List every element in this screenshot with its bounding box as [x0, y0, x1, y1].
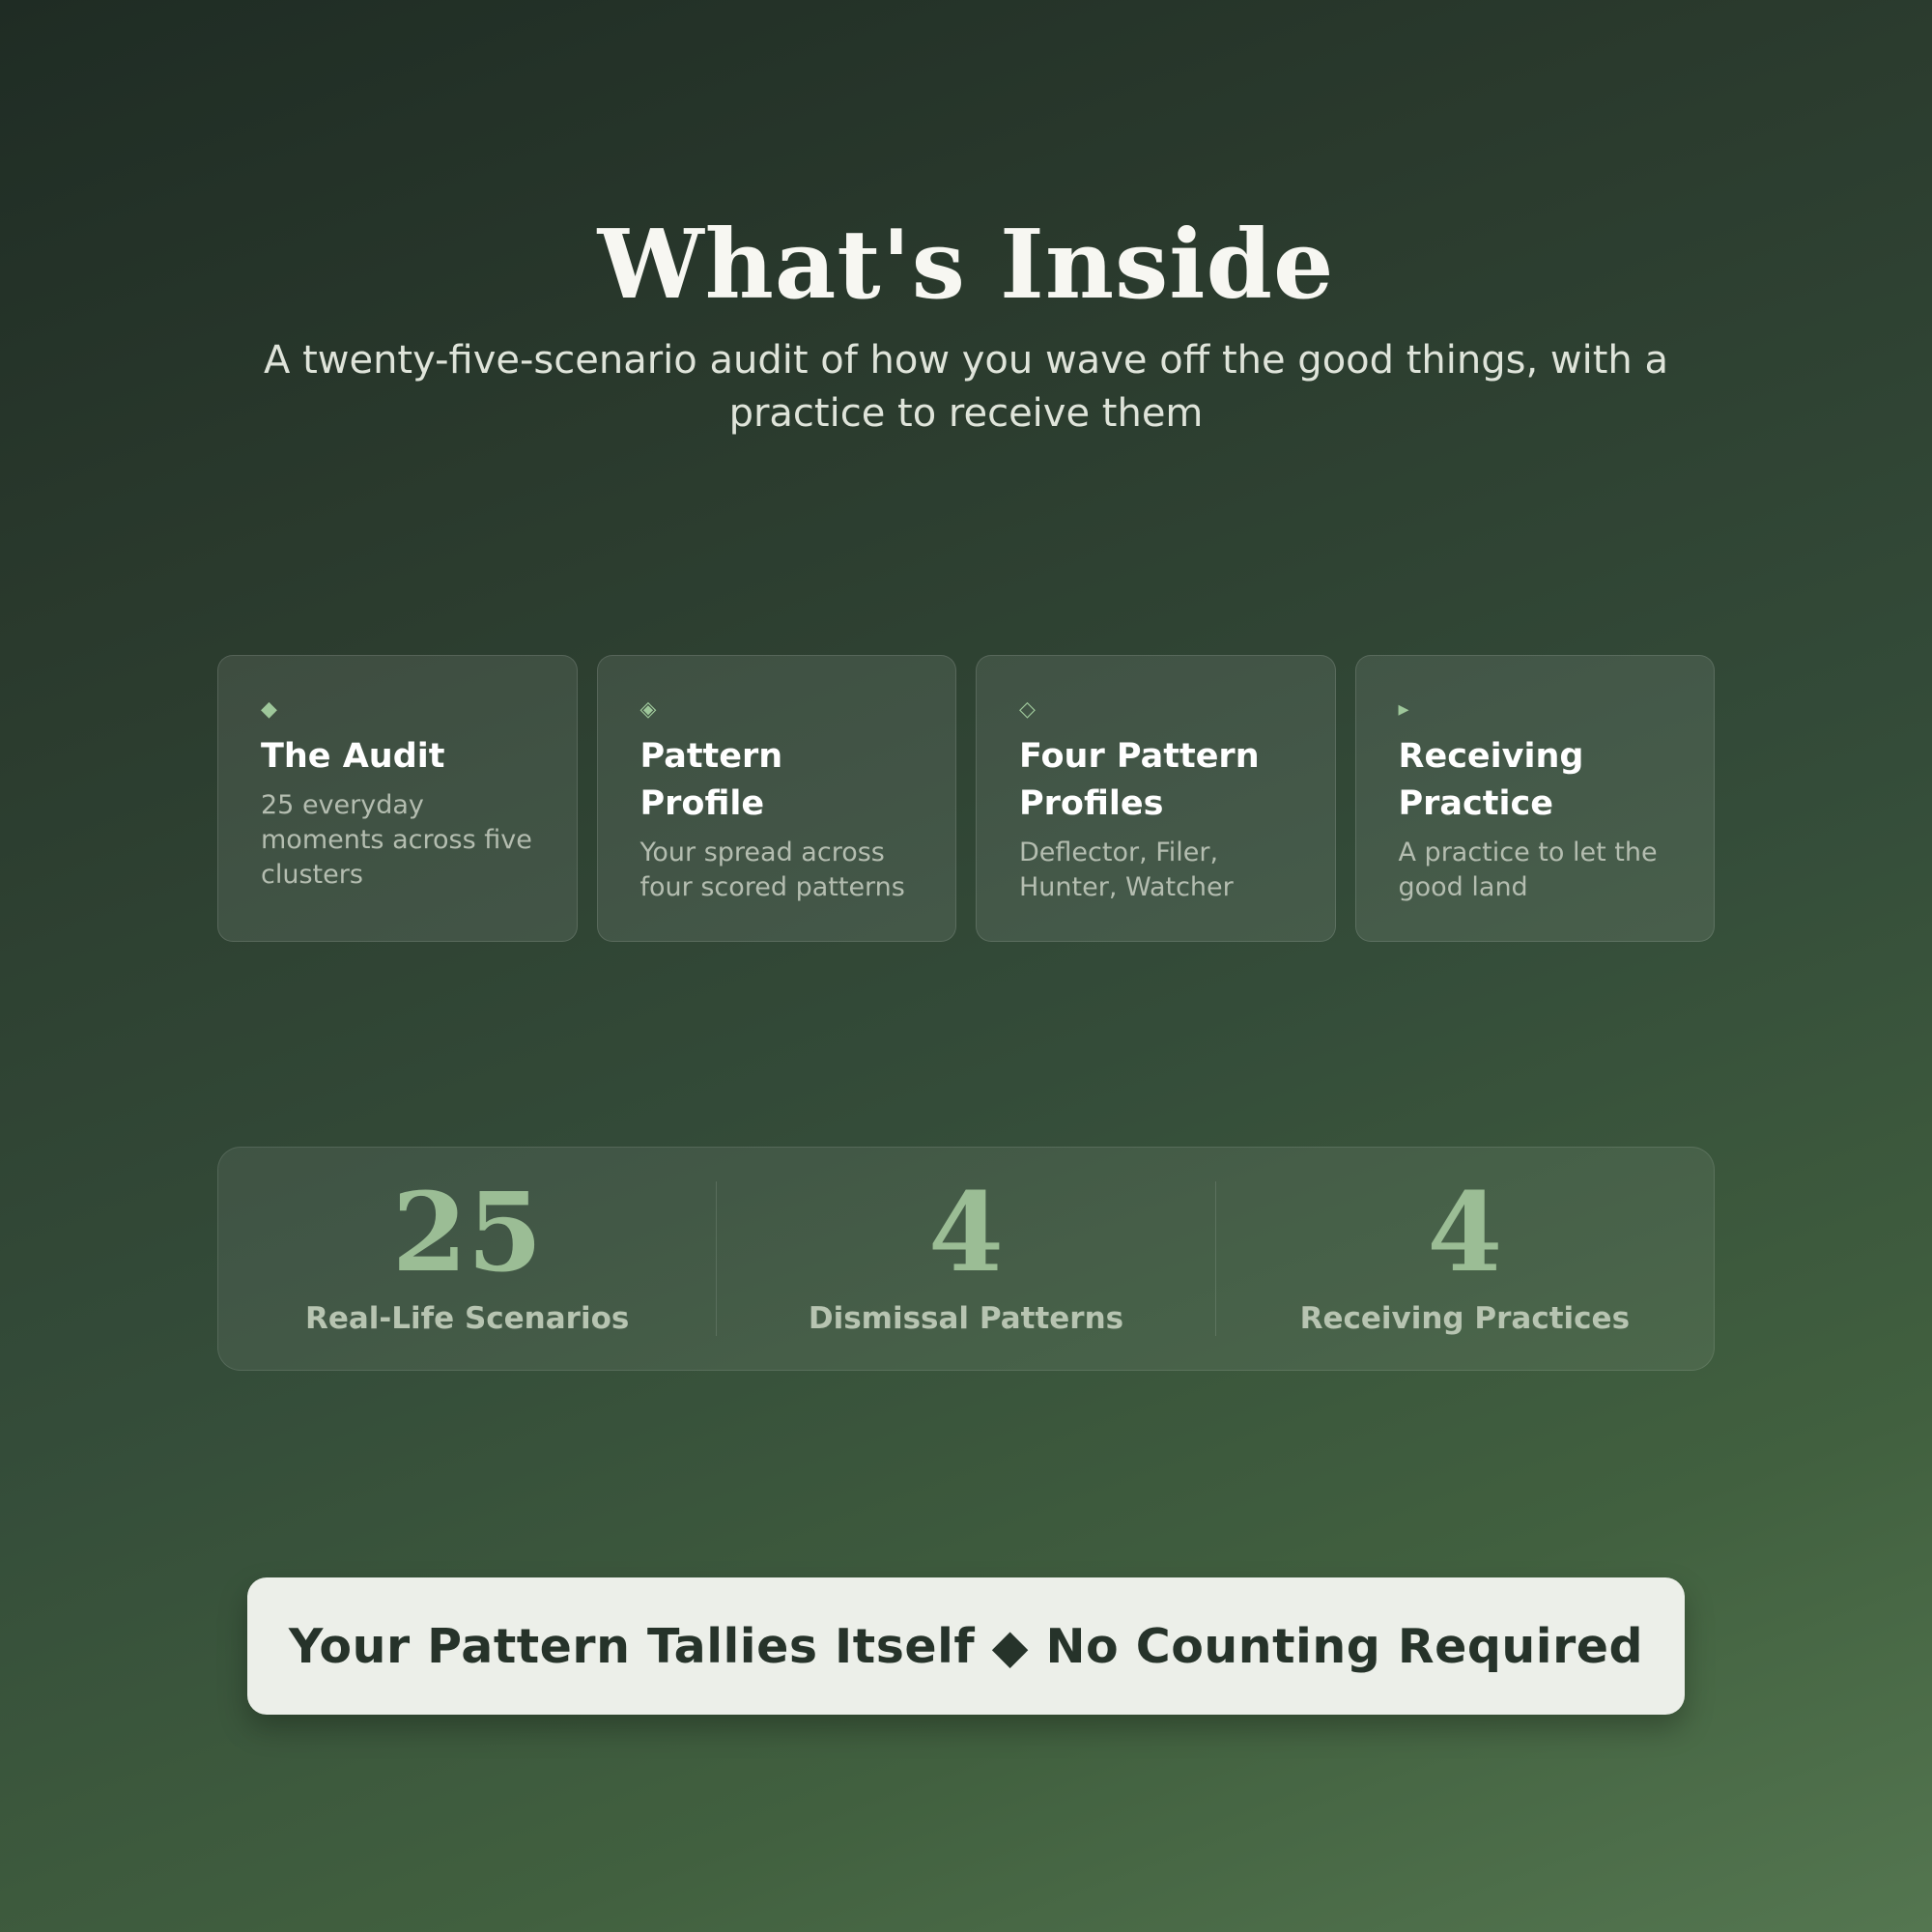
stat-dismissal-patterns: 4 Dismissal Patterns [716, 1170, 1214, 1336]
feature-card-four-pattern-profiles: ◇ Four Pattern Profiles Deflector, Filer… [976, 655, 1336, 942]
feature-card-pattern-profile: ◈ Pattern Profile Your spread across fou… [596, 655, 956, 942]
solid-diamond-icon: ◆ [261, 697, 277, 722]
feature-card-description: A practice to let the good land [1398, 838, 1658, 902]
feature-card-title: Receiving Practice [1398, 737, 1584, 823]
page-subtitle: A twenty-five-scenario audit of how you … [263, 338, 1668, 436]
play-triangle-icon: ▸ [1398, 697, 1409, 722]
feature-card-description: Deflector, Filer, Hunter, Watcher [1019, 838, 1234, 902]
feature-card-title: Four Pattern Profiles [1019, 737, 1260, 823]
feature-card-title: Pattern Profile [639, 737, 783, 823]
stat-value: 4 [928, 1170, 1004, 1296]
page-title: What's Inside [597, 210, 1335, 321]
feature-card-description: 25 everyday moments across five clusters [261, 790, 532, 890]
hero-section: What's Inside A twenty-five-scenario aud… [0, 203, 1932, 440]
stats-panel: 25 Real-Life Scenarios 4 Dismissal Patte… [217, 1147, 1715, 1371]
tagline-banner: Your Pattern Tallies Itself ◆ No Countin… [247, 1577, 1685, 1715]
tagline-text: Your Pattern Tallies Itself ◆ No Countin… [288, 1618, 1644, 1674]
feature-card-title: The Audit [261, 737, 445, 776]
feature-card-the-audit: ◆ The Audit 25 everyday moments across f… [217, 655, 578, 942]
stat-value: 4 [1427, 1170, 1503, 1296]
feature-cards: ◆ The Audit 25 everyday moments across f… [217, 655, 1715, 942]
feature-card-description: Your spread across four scored patterns [639, 838, 905, 902]
outline-diamond-icon: ◇ [1019, 697, 1036, 722]
stat-scenarios: 25 Real-Life Scenarios [218, 1170, 716, 1337]
stat-label: Dismissal Patterns [808, 1301, 1124, 1336]
stat-value: 25 [391, 1170, 543, 1296]
diamond-in-diamond-icon: ◈ [639, 697, 657, 722]
feature-card-receiving-practice: ▸ Receiving Practice A practice to let t… [1354, 655, 1715, 942]
stat-label: Receiving Practices [1299, 1301, 1631, 1336]
stat-label: Real-Life Scenarios [304, 1301, 630, 1336]
stat-receiving-practices: 4 Receiving Practices [1214, 1170, 1714, 1336]
